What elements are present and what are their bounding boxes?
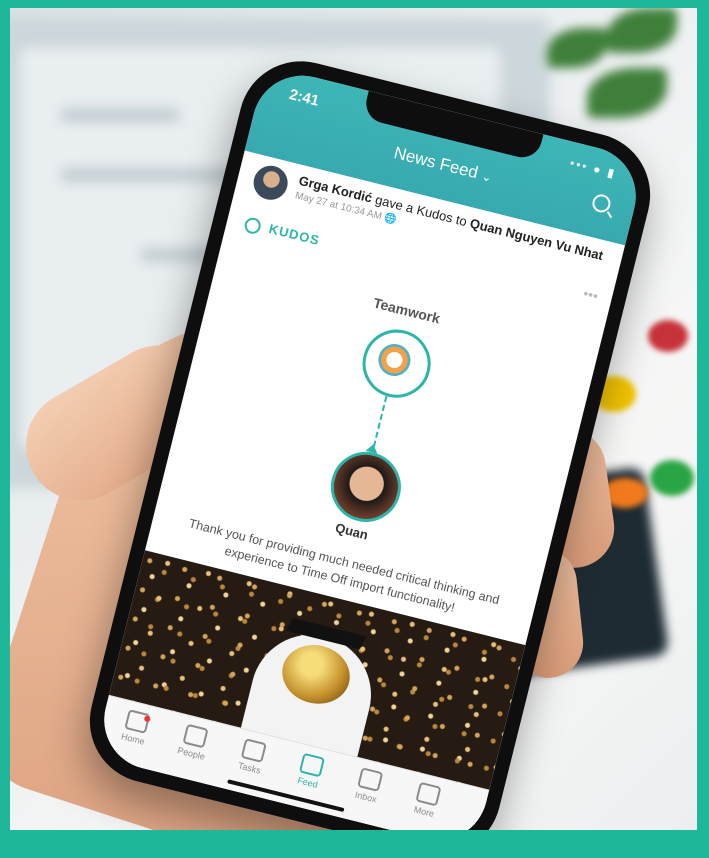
tab-label: Inbox — [353, 789, 378, 805]
notification-dot — [143, 715, 151, 723]
feed-icon — [298, 752, 326, 778]
tab-feed[interactable]: Feed — [277, 748, 343, 795]
author-avatar[interactable] — [250, 162, 292, 204]
chevron-down-icon: ⌄ — [480, 168, 494, 185]
tab-more[interactable]: More — [394, 777, 460, 824]
tab-home[interactable]: Home — [103, 705, 169, 752]
tab-tasks[interactable]: Tasks — [219, 734, 285, 781]
tab-label: Home — [120, 731, 146, 747]
tab-inbox[interactable]: Inbox — [336, 763, 402, 810]
tasks-icon — [240, 738, 267, 763]
blurred-text — [60, 108, 180, 122]
connector-line — [372, 395, 388, 447]
graduation-cap — [285, 618, 367, 650]
helmet — [276, 638, 357, 711]
people-icon — [182, 723, 209, 749]
lifebuoy-icon — [375, 340, 414, 380]
candy — [648, 320, 688, 352]
status-indicators: ••• ● ▮ — [568, 155, 618, 181]
teamwork-badge — [355, 322, 438, 405]
tab-label: More — [412, 804, 436, 819]
recipient-avatar[interactable] — [323, 444, 409, 530]
status-time: 2:41 — [287, 85, 321, 110]
more-options-icon[interactable]: ••• — [582, 285, 600, 304]
more-icon — [415, 781, 442, 807]
candy — [650, 460, 694, 496]
news-feed-title: News Feed — [391, 143, 481, 183]
photo-frame: 2:41 ••• ● ▮ News Feed ⌄ Grga Kordić gav… — [10, 8, 697, 830]
kudos-icon — [243, 215, 263, 235]
inbox-icon — [357, 767, 384, 792]
tab-people[interactable]: People — [161, 719, 227, 766]
globe-icon: 🌐 — [382, 212, 398, 227]
tab-label: Feed — [296, 775, 319, 790]
tab-label: Tasks — [237, 760, 262, 776]
